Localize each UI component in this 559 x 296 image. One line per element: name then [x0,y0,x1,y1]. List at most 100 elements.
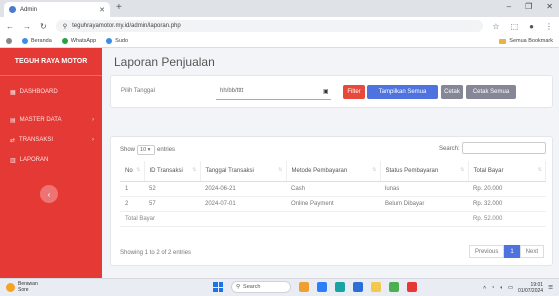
show-all-button[interactable]: Tampilkan Semua [367,85,438,99]
chevron-up-icon[interactable]: ˄ [483,285,486,291]
pagination: Previous 1 Next [468,245,544,258]
cell-id: 57 [144,196,200,212]
sidebar-item-laporan[interactable]: ▥ LAPORAN [0,150,102,170]
maximize-icon[interactable]: ❐ [525,2,532,11]
url-text: teguhrayamotor.my.id/admin/laporan.php [72,23,181,29]
file-explorer-icon[interactable] [371,282,381,292]
sidebar-item-label: TRANSAKSI [19,137,54,143]
sidebar-item-label: MASTER DATA [19,117,62,123]
sudo-icon [106,38,113,44]
table-row: 2 57 2024-07-01 Online Payment Belum Dib… [120,196,546,212]
tab-title: Admin [20,6,38,13]
minimize-icon[interactable]: – [507,2,511,11]
sidebar-item-transaksi[interactable]: ⇄ TRANSAKSI › [0,130,102,150]
folder-icon: ▤ [10,117,16,124]
search-input[interactable] [462,142,546,154]
bookmark-item[interactable]: WhatsApp [61,38,96,44]
cell-id: 52 [144,181,200,197]
dashboard-icon: ▦ [10,89,16,96]
bookmark-item[interactable] [6,38,12,44]
search-icon: ⚲ [236,284,241,290]
wifi-icon[interactable]: ◔ [491,285,494,291]
extensions-icon[interactable]: ⬚ [511,22,519,31]
close-tab-icon[interactable]: ✕ [99,6,105,14]
main-content: Laporan Penjualan Pilih Tanggal hh/bb/tt… [102,48,559,278]
table-header-total[interactable]: Total Bayar ⇅ [468,161,546,182]
sort-icon: ⇅ [278,167,283,173]
weather-icon [6,282,15,292]
app-icon[interactable] [299,282,309,292]
cell-date: 2024-07-01 [200,196,286,212]
pagination-previous[interactable]: Previous [468,245,505,258]
sidebar-toggle-button[interactable]: ‹ [40,185,58,203]
weather-widget[interactable]: Berawan Sore [6,281,38,293]
forward-icon[interactable]: → [23,22,31,31]
beranda-icon [22,38,28,44]
site-info-icon[interactable]: ⚲ [63,23,67,30]
back-icon[interactable]: ← [6,22,14,31]
taskbar-apps: ⚲ Search [213,281,417,293]
search-label: Search: [439,146,460,152]
apps-icon [6,38,12,44]
sidebar-brand[interactable]: TEGUH RAYA MOTOR [0,48,102,76]
cell-method: Online Payment [286,196,380,212]
sort-icon: ⇅ [460,167,465,173]
battery-icon[interactable]: ▭ [508,285,513,291]
app-icon[interactable] [407,282,417,292]
print-button[interactable]: Cetak [441,85,463,99]
date-input[interactable]: hh/bb/tttt [216,83,331,100]
print-all-button[interactable]: Cetak Semua [466,85,516,99]
cell-total: Rp. 32.000 [468,196,546,212]
browser-tab[interactable]: Admin ✕ [4,2,110,17]
pagination-next[interactable]: Next [519,245,544,258]
app-icon[interactable] [353,282,363,292]
table-header-method[interactable]: Metode Pembayaran ⇅ [286,161,381,182]
chevron-left-icon: ‹ [47,189,51,199]
sidebar-item-dashboard[interactable]: ▦ DASHBOARD [0,82,102,102]
pagination-page-1[interactable]: 1 [504,245,520,258]
notification-icon[interactable]: ☰ [548,285,553,291]
app-icon[interactable] [335,282,345,292]
sidebar: TEGUH RAYA MOTOR ▦ DASHBOARD ▤ MASTER DA… [0,48,102,278]
folder-icon [499,38,507,44]
app-icon[interactable] [317,282,327,292]
window-controls: – ❐ ✕ [507,2,553,11]
profile-icon[interactable]: ● [529,22,534,31]
start-icon[interactable] [213,282,223,292]
volume-icon[interactable]: ◖ [500,285,503,291]
table-card: Show 10 ▾ entries Search: No ⇅ ID Transak… [110,136,553,266]
url-bar[interactable]: ⚲ teguhrayamotor.my.id/admin/laporan.php [55,20,484,32]
all-bookmarks[interactable]: Semua Bookmark [499,38,553,44]
table-header-id[interactable]: ID Transaksi ⇅ [144,161,201,182]
table-info: Showing 1 to 2 of 2 entries [120,250,192,256]
entries-select[interactable]: 10 ▾ [137,145,156,155]
bookmarks-bar: Beranda WhatsApp Sudo Semua Bookmark [0,35,559,48]
table-header-no[interactable]: No ⇅ [120,161,145,182]
chrome-icon[interactable] [389,282,399,292]
reload-icon[interactable]: ↻ [40,22,47,31]
filter-card: Pilih Tanggal hh/bb/tttt ▣ Filter Tampil… [110,75,553,108]
address-bar-row: ← → ↻ ⚲ teguhrayamotor.my.id/admin/lapor… [0,17,559,35]
filter-button[interactable]: Filter [343,85,365,99]
table-header-date[interactable]: Tanggal Transaksi ⇅ [200,161,287,182]
bookmark-item[interactable]: Beranda [22,38,52,44]
taskbar: Berawan Sore ⚲ Search ˄ ◔ ◖ ▭ 19:01 01/07… [0,278,559,296]
bookmark-item[interactable]: Sudo [106,38,128,44]
table-header-status[interactable]: Status Pembayaran ⇅ [380,161,469,182]
sort-icon: ⇅ [192,167,197,173]
new-tab-icon[interactable]: + [116,2,122,13]
menu-icon[interactable]: ⋮ [545,22,553,31]
chevron-right-icon: › [92,137,94,143]
system-tray: ˄ ◔ ◖ ▭ 19:01 01/07/2024 ☰ [483,282,553,294]
close-window-icon[interactable]: ✕ [546,2,553,11]
date-filter-label: Pilih Tanggal [121,88,155,94]
whatsapp-icon [61,38,68,44]
cell-no: 2 [120,196,144,212]
footer-total-value: Rp. 52.000 [468,210,546,227]
bookmark-star-icon[interactable]: ☆ [492,22,499,31]
calendar-icon[interactable]: ▣ [323,88,329,95]
sidebar-item-master-data[interactable]: ▤ MASTER DATA › [0,110,102,130]
cell-no: 1 [120,181,144,197]
clock[interactable]: 19:01 01/07/2024 [518,282,543,294]
taskbar-search[interactable]: ⚲ Search [231,281,291,293]
